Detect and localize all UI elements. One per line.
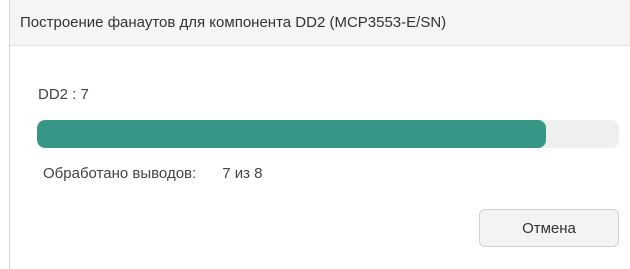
- status-label: Обработано выводов:: [43, 165, 197, 182]
- dialog-titlebar: Построение фанаутов для компонента DD2 (…: [10, 0, 630, 46]
- cancel-button[interactable]: Отмена: [479, 209, 619, 247]
- progress-bar-fill: [37, 120, 547, 148]
- current-pin-label: DD2 : 7: [38, 86, 89, 103]
- dialog-title: Построение фанаутов для компонента DD2 (…: [20, 14, 447, 31]
- status-row: Обработано выводов: 7 из 8: [43, 165, 262, 182]
- fanout-progress-dialog: Построение фанаутов для компонента DD2 (…: [9, 0, 630, 269]
- status-value: 7 из 8: [222, 165, 263, 182]
- progress-bar: [37, 120, 619, 148]
